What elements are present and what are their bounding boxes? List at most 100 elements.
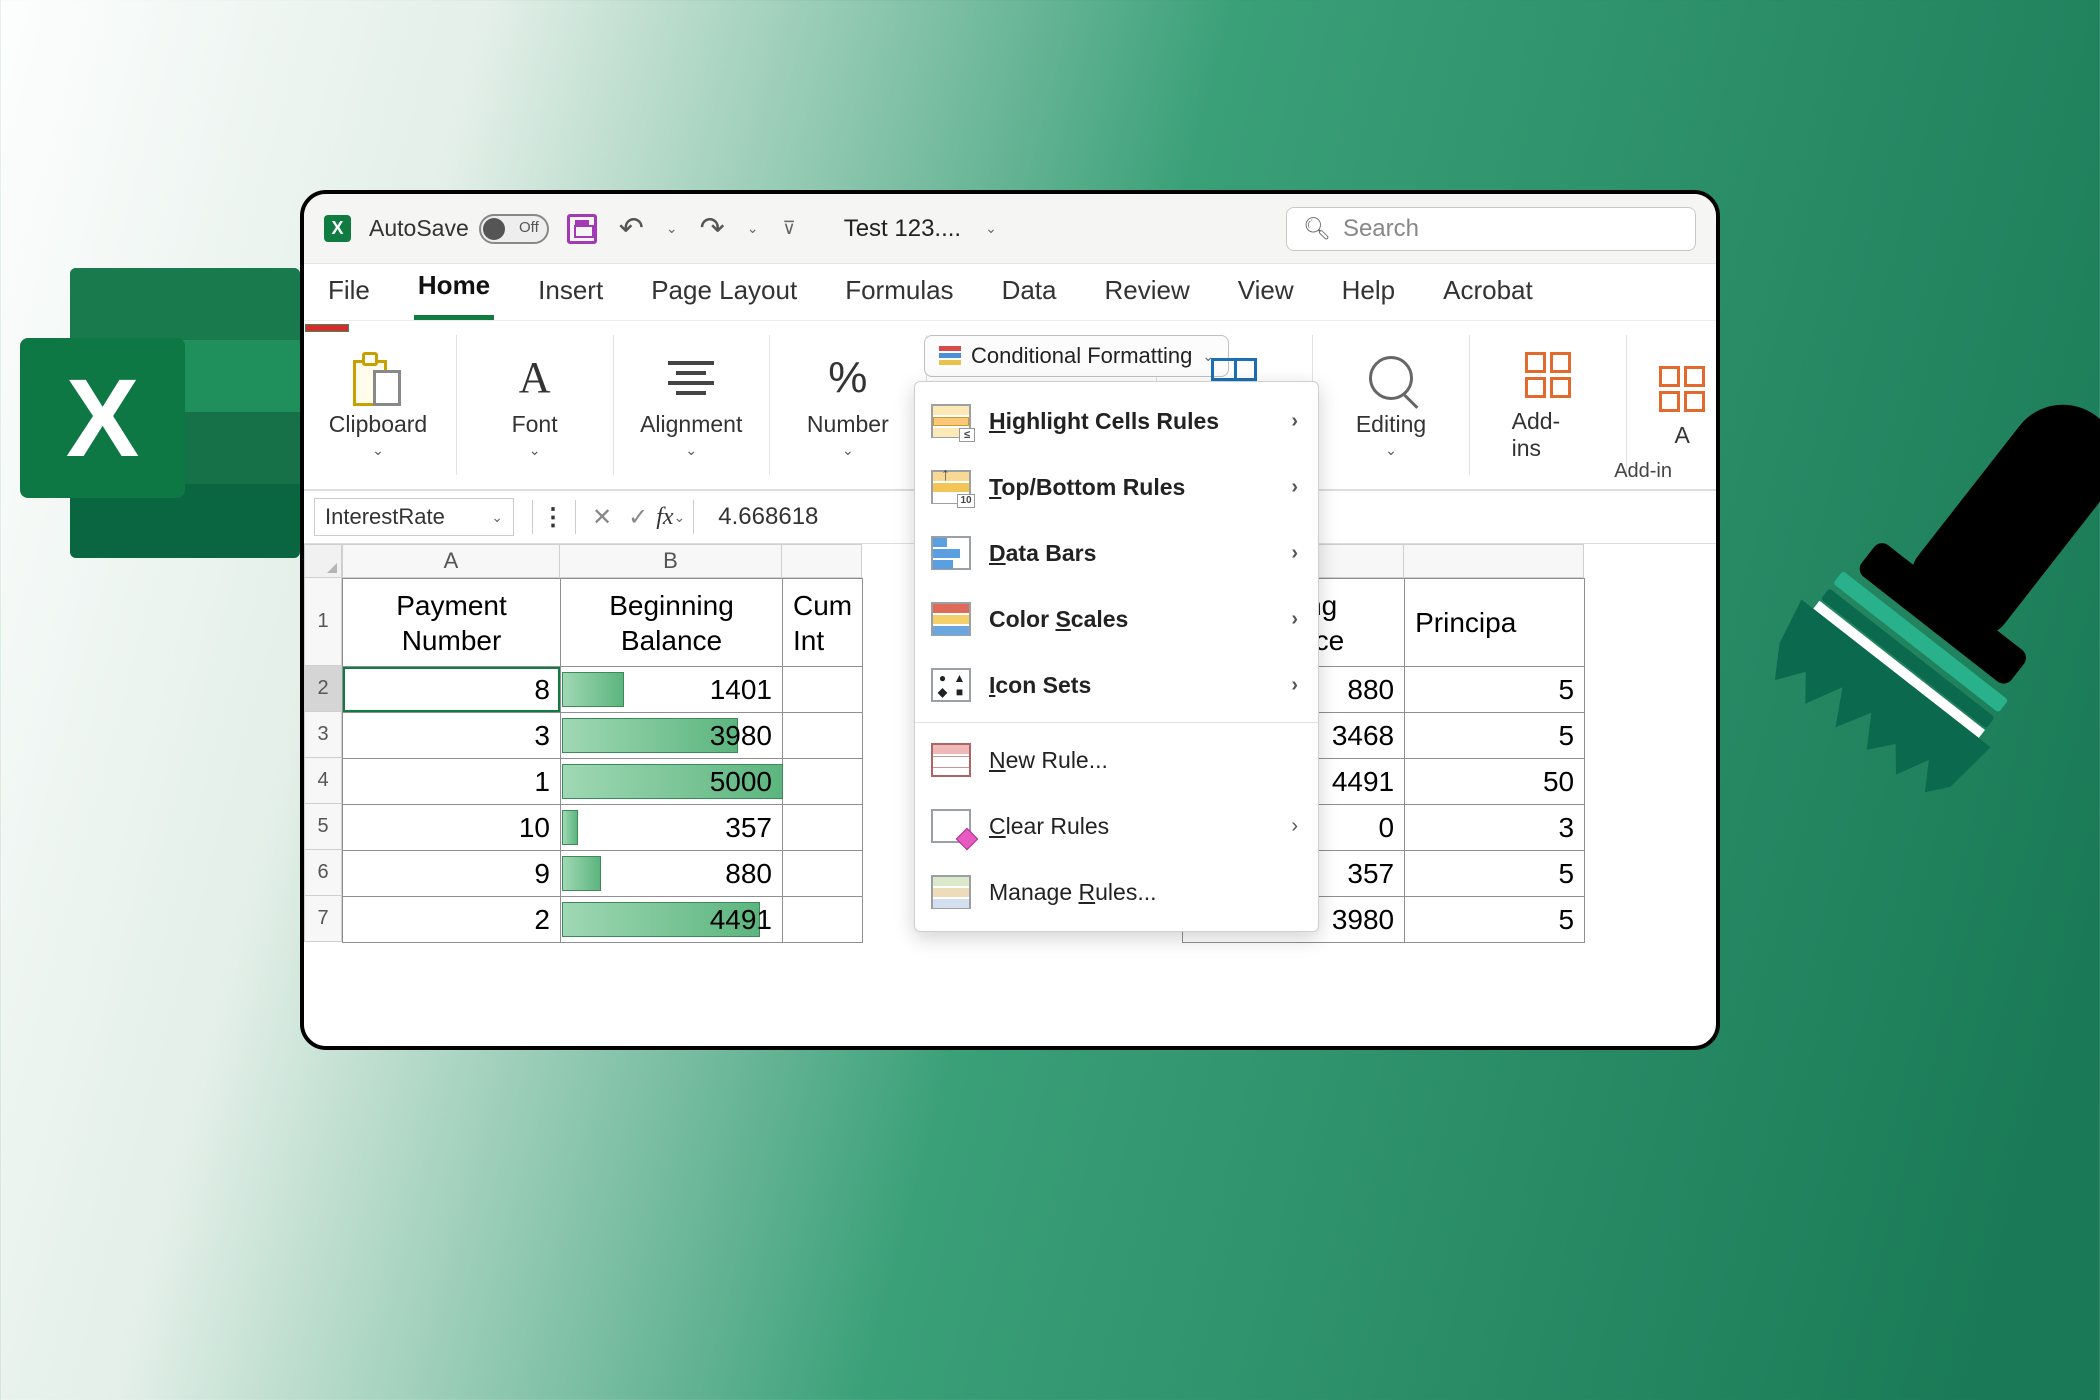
tab-insert[interactable]: Insert [534,267,607,320]
tab-home[interactable]: Home [414,262,494,320]
conditional-formatting-icon [939,346,961,366]
chevron-down-icon[interactable]: ⌄ [674,509,686,526]
chevron-down-icon[interactable]: ⌄ [842,442,854,459]
cell[interactable]: CumInt [783,579,863,667]
tab-data[interactable]: Data [998,267,1061,320]
cell[interactable]: 5000 [561,759,783,805]
col-header[interactable]: B [560,544,782,578]
cell[interactable] [783,851,863,897]
cell[interactable]: 5 [1405,667,1585,713]
cell[interactable]: 10 [343,805,561,851]
enter-icon[interactable]: ✓ [620,503,656,532]
chevron-down-icon[interactable]: ⌄ [529,442,541,459]
tab-file[interactable]: File [324,267,374,320]
undo-icon[interactable]: ↶ [615,211,648,246]
toggle-switch[interactable]: Off [479,214,549,244]
excel-logo: X [20,268,300,558]
group-alignment[interactable]: Alignment⌄ [637,321,745,489]
autosave-label: AutoSave [369,215,469,242]
select-all-corner[interactable] [304,544,342,578]
save-icon[interactable] [567,214,597,244]
fx-icon[interactable]: fx [656,504,673,531]
clear-rules-icon [931,809,971,843]
tab-help[interactable]: Help [1338,267,1399,320]
chevron-down-icon[interactable]: ⌄ [685,442,697,459]
menu-icon-sets[interactable]: ●▲◆■ Icon Sets› [915,652,1318,718]
clipboard-icon [353,350,403,406]
group-editing[interactable]: Editing⌄ [1337,321,1445,489]
group-number[interactable]: % Number⌄ [794,321,902,489]
menu-data-bars[interactable]: Data Bars› [915,520,1318,586]
title-bar: X AutoSave Off ↶⌄ ↷⌄ ⊽ Test 123.... ⌄ 🔍︎… [304,194,1716,264]
cancel-icon[interactable]: ✕ [584,503,620,532]
cell[interactable]: 4491 [561,897,783,943]
cell[interactable]: 2 [343,897,561,943]
row-header[interactable]: 3 [304,712,342,758]
cell[interactable]: 8 [343,667,561,713]
cell[interactable]: 880 [561,851,783,897]
cell[interactable]: 9 [343,851,561,897]
formula-value[interactable]: 4.668618 [718,503,818,531]
menu-color-scales[interactable]: Color Scales› [915,586,1318,652]
chevron-down-icon[interactable]: ⌄ [985,220,997,237]
col-header[interactable]: A [342,544,560,578]
cell[interactable] [783,667,863,713]
cell[interactable] [783,759,863,805]
ribbon-tabs: File Home Insert Page Layout Formulas Da… [304,264,1716,320]
group-font[interactable]: A Font⌄ [481,321,589,489]
cell[interactable]: 5 [1405,713,1585,759]
cell[interactable]: Principa [1405,579,1585,667]
menu-new-rule[interactable]: New Rule... [915,727,1318,793]
col-header[interactable] [1404,544,1584,578]
row-header[interactable]: 4 [304,758,342,804]
tab-review[interactable]: Review [1100,267,1193,320]
conditional-formatting-button[interactable]: Conditional Formatting ⌄ [924,335,1229,377]
autosave-toggle[interactable]: AutoSave Off [369,214,549,244]
menu-clear-rules[interactable]: Clear Rules› [915,793,1318,859]
menu-top-bottom-rules[interactable]: ↑10 Top/Bottom Rules› [915,454,1318,520]
qat-customize-icon[interactable]: ⊽ [783,218,796,239]
name-box[interactable]: InterestRate ⌄ [314,498,514,536]
new-rule-icon [931,743,971,777]
chevron-down-icon[interactable]: ⌄ [1385,442,1397,459]
cell[interactable]: 1401 [561,667,783,713]
tab-view[interactable]: View [1234,267,1298,320]
chevron-right-icon: › [1291,815,1298,838]
menu-manage-rules[interactable]: Manage Rules... [915,859,1318,925]
cell[interactable]: 3 [343,713,561,759]
tab-page-layout[interactable]: Page Layout [647,267,801,320]
cell[interactable] [783,805,863,851]
row-header[interactable]: 6 [304,850,342,896]
tab-formulas[interactable]: Formulas [841,267,957,320]
row-header[interactable]: 7 [304,896,342,942]
chevron-down-icon[interactable]: ⌄ [491,509,503,526]
cell[interactable]: 5 [1405,851,1585,897]
cell[interactable] [783,713,863,759]
group-clipboard[interactable]: Clipboard⌄ [324,321,432,489]
filename[interactable]: Test 123.... [844,215,961,243]
cell[interactable]: 5 [1405,897,1585,943]
cell[interactable]: 50 [1405,759,1585,805]
cell[interactable]: PaymentNumber [343,579,561,667]
chevron-down-icon[interactable]: ⌄ [666,220,678,237]
chevron-down-icon[interactable]: ⌄ [372,442,384,459]
cell[interactable]: 1 [343,759,561,805]
row-header[interactable]: 5 [304,804,342,850]
cell[interactable]: 3980 [561,713,783,759]
chevron-right-icon: › [1291,674,1298,697]
tab-acrobat[interactable]: Acrobat [1439,267,1537,320]
row-header[interactable]: 2 [304,666,342,712]
cell[interactable]: BeginningBalance [561,579,783,667]
chevron-down-icon[interactable]: ⌄ [747,220,759,237]
cell[interactable] [783,897,863,943]
row-header[interactable]: 1 [304,578,342,666]
col-header[interactable] [782,544,862,578]
more-icon[interactable]: ⋮ [541,503,567,532]
data-bars-icon [931,536,971,570]
cell[interactable]: 3 [1405,805,1585,851]
redo-icon[interactable]: ↷ [696,211,729,246]
group-addins[interactable]: Add-ins [1494,321,1602,489]
cell[interactable]: 357 [561,805,783,851]
menu-highlight-cells-rules[interactable]: ≤ Highlight Cells Rules› [915,388,1318,454]
search-input[interactable]: 🔍︎ Search [1286,207,1696,251]
